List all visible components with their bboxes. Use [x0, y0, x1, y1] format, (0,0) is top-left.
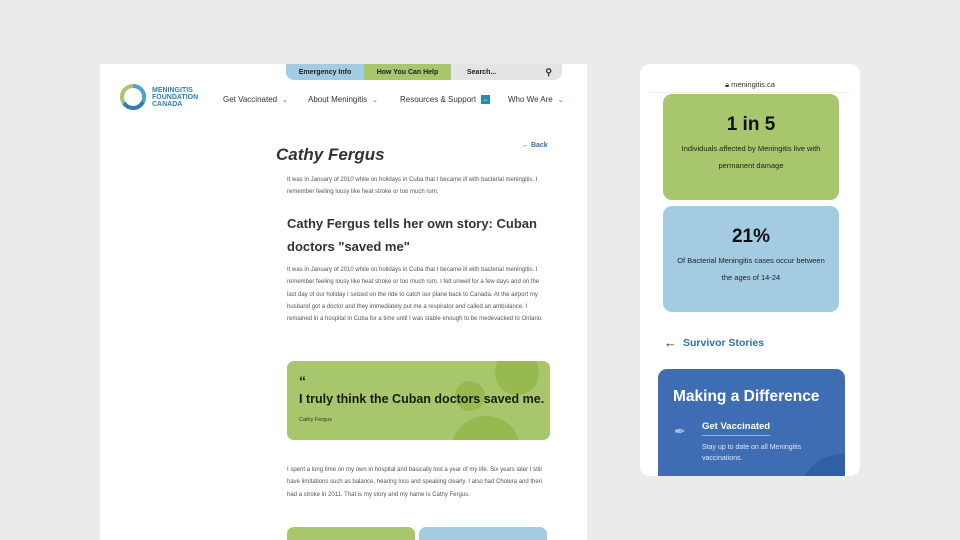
page-title: Cathy Fergus	[276, 145, 385, 164]
chevron-down-icon: ⌄	[557, 96, 564, 104]
nav-resources-support[interactable]: Resources & Support ⌄	[400, 95, 491, 104]
emergency-info-button[interactable]: Emergency Info	[286, 64, 364, 80]
quote-block: “ I truly think the Cuban doctors saved …	[287, 361, 550, 440]
stat-card: 21% Of Bacterial Meningitis cases occur …	[663, 206, 839, 312]
logo-text: CANADA	[152, 100, 183, 108]
intro-paragraph: It was in January of 2010 while on holid…	[287, 177, 538, 196]
decor-circle	[495, 361, 539, 395]
search-input[interactable]: Search... ⚲	[451, 64, 562, 80]
back-label: Back	[530, 142, 548, 149]
stat-description: Of Bacterial Meningitis cases occur betw…	[677, 256, 825, 282]
syringe-icon: ✒	[674, 423, 686, 439]
nav-about-meningitis[interactable]: About Meningitis ⌄	[308, 95, 378, 104]
mobile-preview: 🔒︎ meningitis.ca 1 in 5 Individuals affe…	[640, 64, 860, 476]
nav-label: Get Vaccinated	[223, 95, 278, 104]
search-placeholder: Search...	[467, 68, 497, 76]
back-link[interactable]: ← Back	[522, 142, 548, 149]
quote-icon: “	[299, 373, 306, 389]
nav-label: Who We Are	[508, 95, 553, 104]
stat-card: 1 in 5 Individuals affected by Meningiti…	[663, 94, 839, 200]
logo-text: MENINGITIS	[152, 86, 193, 94]
nav-label: About Meningitis	[308, 95, 368, 104]
desktop-page: Emergency Info How You Can Help Search..…	[100, 64, 587, 540]
logo[interactable]: MENINGITIS FOUNDATION CANADA	[118, 82, 198, 112]
get-vaccinated-link[interactable]: Get Vaccinated	[702, 421, 771, 436]
related-card[interactable]	[419, 527, 547, 540]
logo-ring-icon	[120, 83, 147, 110]
decor-circle	[451, 416, 521, 440]
url-text: meningitis.ca	[731, 80, 775, 89]
story-paragraph: It was in January of 2010 while on holid…	[287, 267, 543, 323]
story-heading: Cathy Fergus tells her own story: Cuban …	[287, 216, 537, 254]
nav-who-we-are[interactable]: Who We Are ⌄	[508, 95, 564, 104]
survivor-stories-link[interactable]: ← Survivor Stories	[664, 335, 764, 350]
stat-description: Individuals affected by Meningitis live …	[681, 144, 821, 170]
chevron-down-icon: ⌄	[372, 96, 379, 104]
quote-author: Cathy Fergus	[299, 417, 333, 423]
closing-paragraph: I spent a long time on my own in hospita…	[287, 467, 543, 498]
lock-icon: 🔒︎	[725, 80, 730, 89]
stat-value: 1 in 5	[726, 114, 776, 135]
link-label: Survivor Stories	[683, 336, 765, 349]
divider	[650, 92, 850, 93]
chevron-down-icon: ⌄	[282, 96, 288, 104]
quote-text: I truly think the Cuban doctors saved me…	[299, 392, 545, 406]
get-vaccinated-description: Stay up to date on all Meningitis vaccin…	[702, 444, 802, 462]
nav-label: Resources & Support	[400, 95, 477, 104]
nav-get-vaccinated[interactable]: Get Vaccinated ⌄	[223, 95, 288, 104]
panel-title: Making a Difference	[673, 388, 820, 405]
how-you-can-help-button[interactable]: How You Can Help	[364, 64, 451, 80]
logo-text: FOUNDATION	[152, 93, 199, 101]
stat-value: 21%	[731, 226, 771, 247]
related-card[interactable]	[287, 527, 415, 540]
address-bar[interactable]: 🔒︎ meningitis.ca	[640, 80, 860, 90]
search-icon[interactable]: ⚲	[545, 67, 552, 78]
utility-bar: Emergency Info How You Can Help Search..…	[286, 64, 562, 80]
making-difference-panel: Making a Difference ✒ Get Vaccinated Sta…	[658, 369, 845, 476]
arrow-left-icon: ←	[522, 142, 529, 149]
chevron-down-icon: ⌄	[481, 95, 491, 104]
arrow-left-icon: ←	[664, 335, 677, 350]
